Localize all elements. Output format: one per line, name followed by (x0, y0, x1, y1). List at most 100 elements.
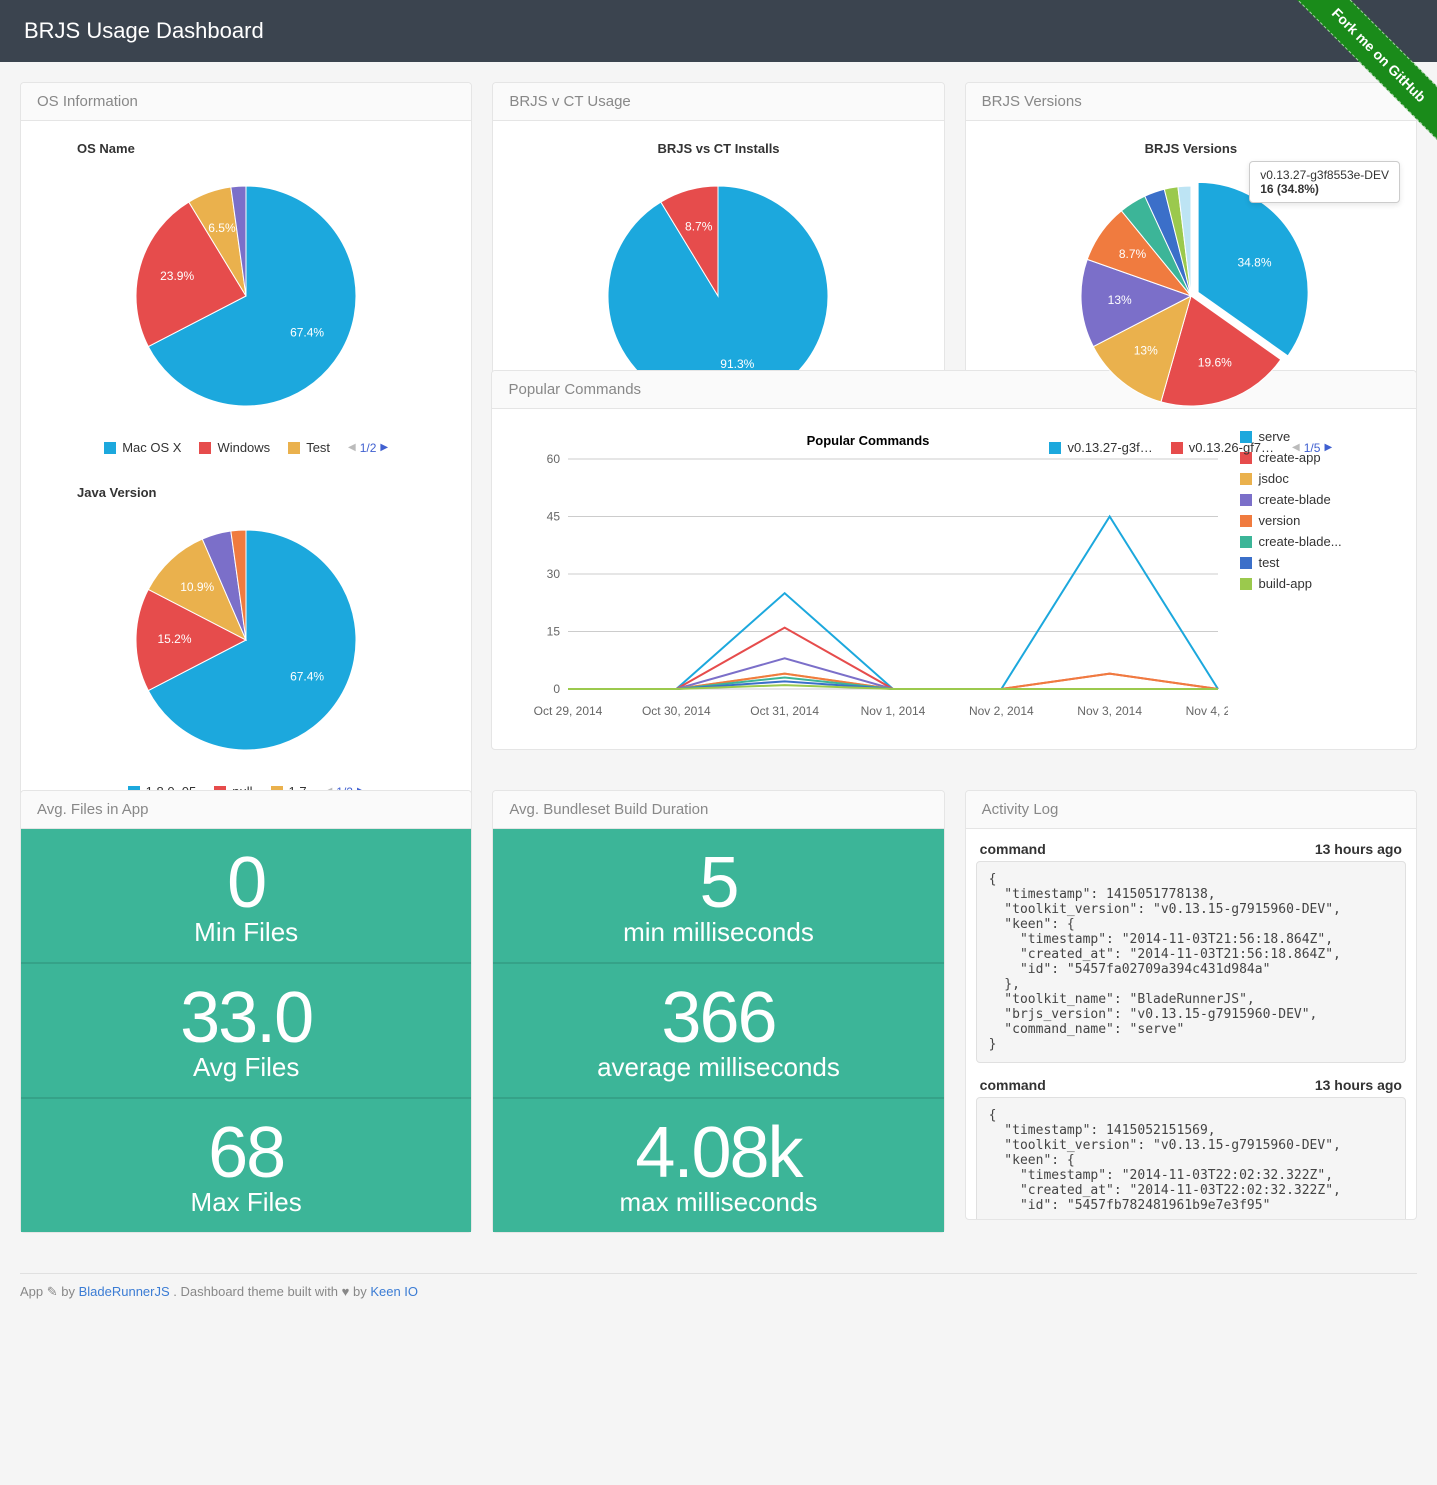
pie-slice-label: 13% (1134, 344, 1158, 358)
metric-block: 366 average milliseconds (493, 964, 943, 1099)
card-title: Avg. Files in App (21, 791, 471, 829)
metric-label: Avg Files (21, 1052, 471, 1083)
card-title: Avg. Bundleset Build Duration (493, 791, 943, 829)
legend-swatch (1240, 515, 1252, 527)
chart-tooltip: v0.13.27-g3f8553e-DEV 16 (34.8%) (1249, 161, 1400, 203)
metric-value: 4.08k (493, 1117, 943, 1189)
line-series[interactable] (568, 658, 1218, 689)
pie-slice-label: 91.3% (721, 357, 755, 371)
metric-label: max milliseconds (493, 1187, 943, 1218)
metric-block: 0 Min Files (21, 829, 471, 964)
legend-item[interactable]: version (1240, 513, 1341, 528)
chart-title: BRJS Versions (1145, 141, 1238, 156)
pie-slice-label: 23.9% (160, 269, 194, 283)
activity-entry: command 13 hours ago { "timestamp": 1415… (976, 841, 1406, 1063)
y-tick-label: 15 (547, 625, 561, 639)
activity-json: { "timestamp": 1415051778138, "toolkit_v… (976, 861, 1406, 1063)
metric-value: 68 (21, 1117, 471, 1189)
metric-block: 5 min milliseconds (493, 829, 943, 964)
x-tick-label: Nov 3, 2014 (1078, 704, 1143, 718)
pie-slice-label: 13% (1107, 293, 1131, 307)
legend-pager[interactable]: ◀1/5▶ (1292, 441, 1332, 455)
legend-swatch (1240, 578, 1252, 590)
legend-label: version (1258, 513, 1300, 528)
tooltip-line-1: v0.13.27-g3f8553e-DEV (1260, 168, 1389, 182)
pager-text: 1/5 (1304, 441, 1321, 455)
metric-value: 5 (493, 847, 943, 919)
chart-title: OS Name (37, 141, 135, 156)
line-series[interactable] (568, 685, 1218, 689)
pie-slice-label: 8.7% (1119, 247, 1147, 261)
activity-title: command (980, 841, 1046, 857)
pie-slice-label: 6.5% (208, 221, 236, 235)
metric-value: 33.0 (21, 982, 471, 1054)
line-series[interactable] (568, 674, 1218, 689)
line-series[interactable] (568, 517, 1218, 690)
footer-text: App ✎ by (20, 1284, 79, 1299)
pager-next-icon: ▶ (1324, 442, 1332, 453)
x-tick-label: Oct 30, 2014 (642, 704, 711, 718)
x-tick-label: Nov 1, 2014 (861, 704, 926, 718)
legend-swatch (1240, 536, 1252, 548)
legend-item[interactable]: create-blade... (1240, 534, 1341, 549)
legend-label: create-blade... (1258, 534, 1341, 549)
x-tick-label: Oct 29, 2014 (534, 704, 603, 718)
legend-swatch (1240, 557, 1252, 569)
activity-title: command (980, 1077, 1046, 1093)
legend-swatch (1240, 494, 1252, 506)
metric-label: Min Files (21, 917, 471, 948)
footer-text: . Dashboard theme built with ♥ by (173, 1284, 370, 1299)
chart-title: BRJS vs CT Installs (657, 141, 779, 156)
legend-item[interactable]: v0.13.27-g3f… (1049, 440, 1152, 455)
y-tick-label: 0 (554, 682, 561, 696)
legend-label: build-app (1258, 576, 1312, 591)
card-title: Activity Log (966, 791, 1416, 829)
activity-time: 13 hours ago (1315, 1077, 1402, 1093)
footer-link-keen[interactable]: Keen IO (370, 1284, 418, 1299)
legend-label: v0.13.27-g3f… (1067, 440, 1152, 455)
legend-item[interactable]: test (1240, 555, 1341, 570)
metric-label: average milliseconds (493, 1052, 943, 1083)
page-header: BRJS Usage Dashboard (0, 0, 1437, 62)
chart-title: Popular Commands (807, 433, 930, 448)
tooltip-line-2: 16 (34.8%) (1260, 182, 1389, 196)
legend-label: v0.13.26-gf7… (1189, 440, 1274, 455)
legend-item[interactable]: v0.13.26-gf7… (1171, 440, 1274, 455)
line-series[interactable] (568, 628, 1218, 689)
page-title: BRJS Usage Dashboard (24, 18, 264, 43)
page-footer: App ✎ by BladeRunnerJS . Dashboard theme… (20, 1273, 1417, 1300)
footer-link-brjs[interactable]: BladeRunnerJS (79, 1284, 170, 1299)
x-tick-label: Nov 4, 2014 (1186, 704, 1228, 718)
brjs-versions-card: BRJS Versions BRJS Versions 34.8% 19.6% 13%… (965, 82, 1417, 476)
legend-item[interactable]: build-app (1240, 576, 1341, 591)
activity-entry: command 13 hours ago { "timestamp": 1415… (976, 1077, 1406, 1219)
activity-log-card: Activity Log command 13 hours ago { "tim… (965, 790, 1417, 1220)
x-tick-label: Nov 2, 2014 (969, 704, 1034, 718)
y-tick-label: 45 (547, 510, 561, 524)
pie-slice-label: 19.6% (1198, 356, 1232, 370)
y-tick-label: 60 (547, 452, 561, 466)
chart-legend: v0.13.27-g3f… v0.13.26-gf7… ◀1/5▶ (1049, 440, 1332, 455)
card-title: BRJS v CT Usage (493, 83, 943, 121)
metric-label: min milliseconds (493, 917, 943, 948)
pie-slice-label: 34.8% (1237, 255, 1271, 269)
legend-swatch (1049, 442, 1061, 454)
pie-svg: 34.8% 19.6% 13% 13% 8.7% (1051, 166, 1331, 426)
legend-label: create-blade (1258, 492, 1330, 507)
metric-value: 366 (493, 982, 943, 1054)
legend-item[interactable]: create-blade (1240, 492, 1341, 507)
metric-label: Max Files (21, 1187, 471, 1218)
y-tick-label: 30 (547, 567, 561, 581)
activity-json: { "timestamp": 1415052151569, "toolkit_v… (976, 1097, 1406, 1219)
pie-slice-label: 67.4% (290, 325, 324, 339)
x-tick-label: Oct 31, 2014 (751, 704, 820, 718)
metric-value: 0 (21, 847, 471, 919)
metric-block: 4.08k max milliseconds (493, 1099, 943, 1232)
metric-block: 33.0 Avg Files (21, 964, 471, 1099)
activity-time: 13 hours ago (1315, 841, 1402, 857)
line-series[interactable] (568, 678, 1218, 690)
legend-label: test (1258, 555, 1279, 570)
legend-swatch (1171, 442, 1183, 454)
metric-block: 68 Max Files (21, 1099, 471, 1232)
card-title: BRJS Versions (966, 83, 1416, 121)
